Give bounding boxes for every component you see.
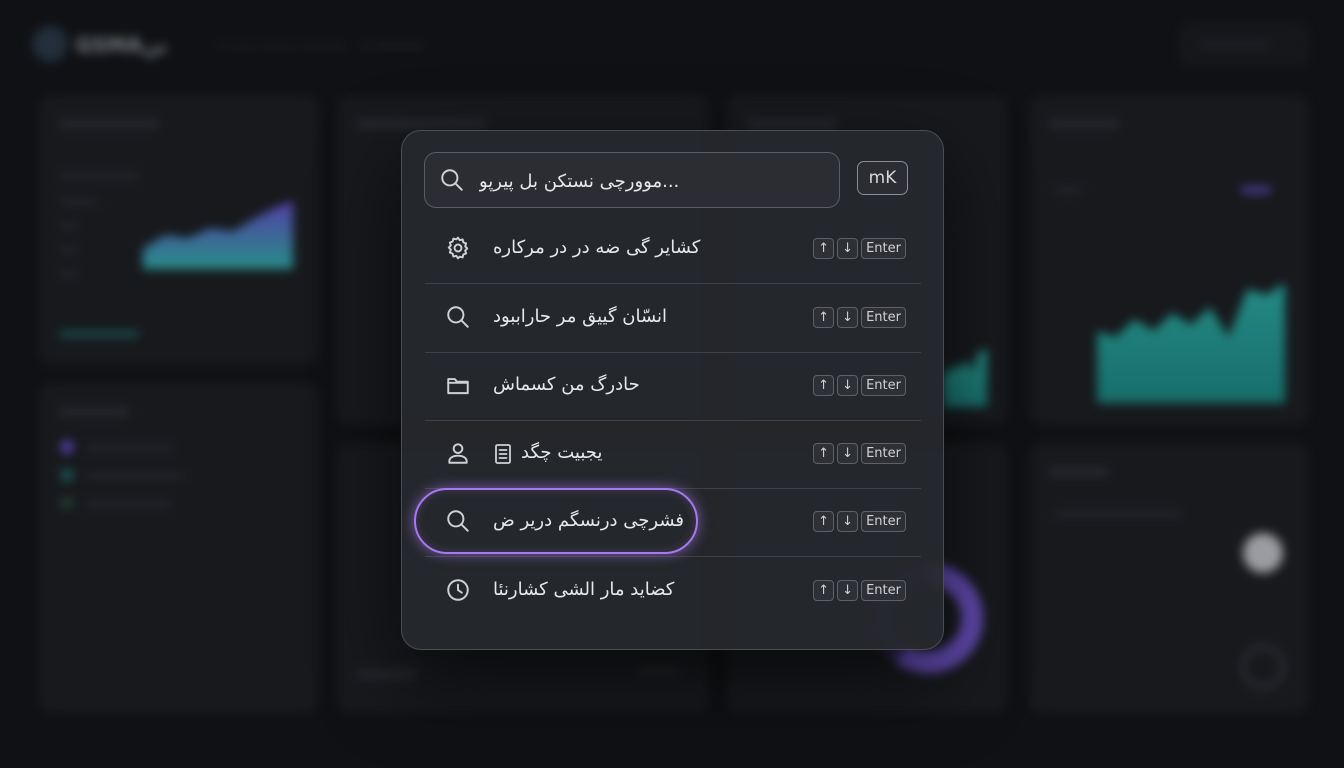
arrow-up-key: ↑: [813, 238, 835, 259]
document-icon: [495, 444, 511, 464]
palette-item-search[interactable]: انسّان گییق مر حاراببود ↑ ↓ Enter: [425, 285, 921, 353]
logo-icon: [34, 28, 66, 60]
key-hints: ↑ ↓ Enter: [813, 443, 906, 464]
arrow-down-key: ↓: [837, 238, 859, 259]
palette-item-label: کضاید مار الشی کشارنئا: [493, 579, 675, 600]
search-icon: [447, 510, 469, 532]
arrow-down-key: ↓: [837, 443, 859, 464]
arrow-down-key: ↓: [837, 307, 859, 328]
enter-key: Enter: [861, 511, 906, 532]
gear-icon: [447, 236, 469, 260]
enter-key: Enter: [861, 238, 906, 259]
toggle-button[interactable]: [1243, 533, 1283, 573]
palette-item-folder[interactable]: حادرگ من کسماش ↑ ↓ Enter: [425, 353, 921, 421]
key-hints: ↑ ↓ Enter: [813, 238, 906, 259]
enter-key: Enter: [861, 443, 906, 464]
arrow-down-key: ↓: [837, 375, 859, 396]
arrow-up-key: ↑: [813, 511, 835, 532]
toggle-button[interactable]: [1241, 645, 1285, 689]
clock-icon: [447, 579, 469, 601]
search-icon: [441, 169, 463, 191]
arrow-up-key: ↑: [813, 307, 835, 328]
keyboard-shortcut-button[interactable]: mK: [857, 161, 908, 195]
arrow-up-key: ↑: [813, 375, 835, 396]
dashboard-card: [1030, 96, 1308, 424]
top-button[interactable]: ——————: [1180, 24, 1308, 66]
nav-link[interactable]: — ————: [360, 38, 424, 52]
palette-item-search-selected[interactable]: فشرچی درنسگم دریر ض ↑ ↓ Enter: [414, 488, 921, 557]
palette-item-label: انسّان گییق مر حاراببود: [493, 306, 668, 327]
top-button-label: ——————: [1199, 37, 1271, 51]
arrow-down-key: ↓: [837, 511, 859, 532]
palette-item-user[interactable]: یجبیت چگد ↑ ↓ Enter: [425, 421, 921, 489]
palette-item-label: کشایر گی ضه در در مرکاره: [493, 237, 701, 258]
area-chart: [143, 201, 293, 269]
key-hints: ↑ ↓ Enter: [813, 307, 906, 328]
palette-item-label: فشرچی درنسگم دریر ض: [493, 510, 684, 531]
key-hints: ↑ ↓ Enter: [813, 375, 906, 396]
palette-item-label: حادرگ من کسماش: [493, 374, 640, 395]
key-hints: ↑ ↓ Enter: [813, 580, 906, 601]
key-hints: ↑ ↓ Enter: [813, 511, 906, 532]
logo-text: GSMAنن: [76, 33, 168, 57]
app-root: GSMAنن — —— ——— ———— — ———— —————— موورچ…: [0, 0, 1344, 768]
palette-item-settings[interactable]: کشایر گی ضه در در مرکاره ↑ ↓ Enter: [425, 216, 921, 284]
dashboard-card: [40, 96, 318, 364]
folder-icon: [447, 378, 469, 395]
search-input[interactable]: [477, 161, 821, 201]
enter-key: Enter: [861, 307, 906, 328]
top-bar: GSMAنن — —— ——— ———— — ———— ——————: [0, 0, 1344, 90]
area-chart: [1097, 283, 1285, 403]
nav-link[interactable]: — —— ——— ————: [216, 38, 347, 52]
arrow-up-key: ↑: [813, 580, 835, 601]
enter-key: Enter: [861, 375, 906, 396]
palette-item-label: یجبیت چگد: [521, 442, 603, 463]
palette-item-recent[interactable]: کضاید مار الشی کشارنئا ↑ ↓ Enter: [425, 558, 921, 625]
dashboard-card: [1030, 444, 1308, 712]
command-palette: mK کشایر گی ضه در در مرکاره ↑ ↓ Enter ان…: [401, 130, 944, 650]
search-box[interactable]: [424, 152, 840, 208]
dashboard-card: [40, 384, 318, 712]
arrow-up-key: ↑: [813, 443, 835, 464]
enter-key: Enter: [861, 580, 906, 601]
search-icon: [447, 306, 469, 328]
arrow-down-key: ↓: [837, 580, 859, 601]
user-icon: [448, 443, 468, 464]
